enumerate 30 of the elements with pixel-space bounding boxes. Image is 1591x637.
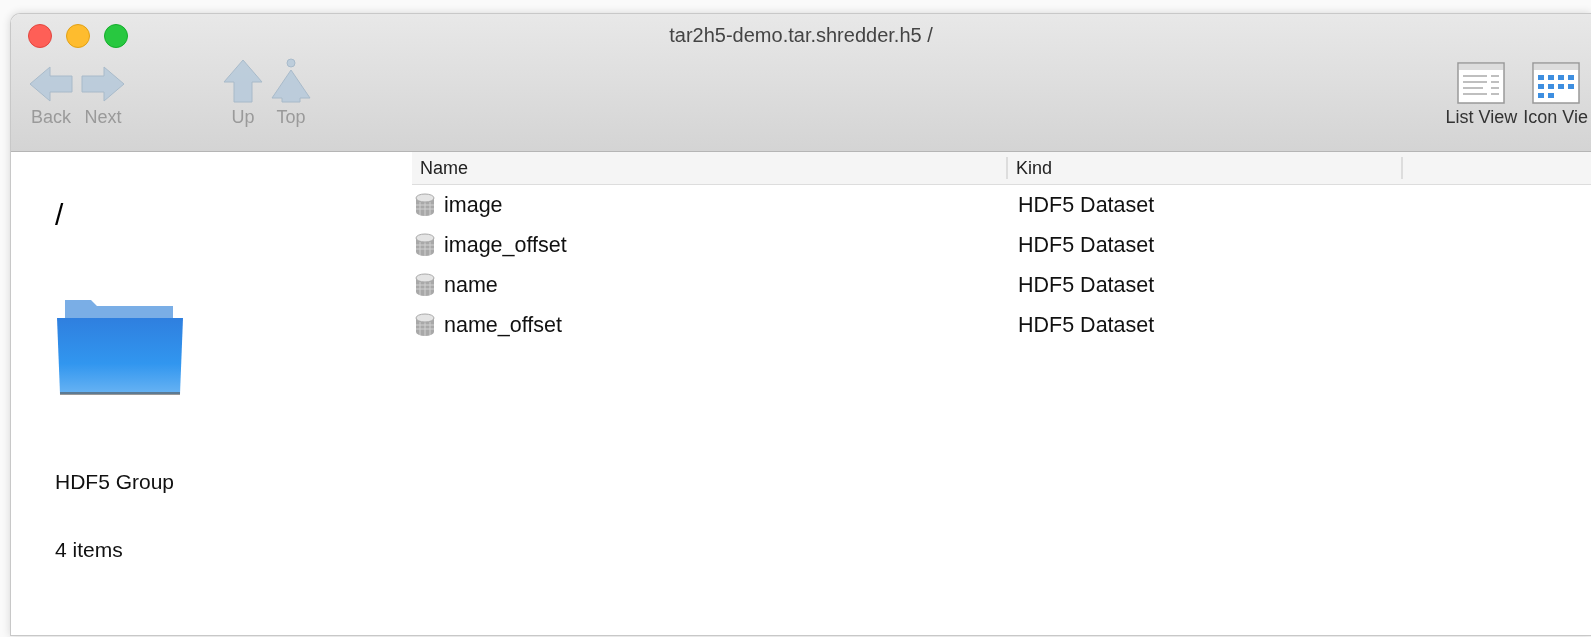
group-path: / [55,198,64,232]
dataset-kind: HDF5 Dataset [1017,312,1156,338]
window-title: tar2h5-demo.tar.shredder.h5 / [669,24,933,47]
group-kind: HDF5 Group [55,470,175,494]
item-count: 4 items [55,538,123,562]
dataset-icon [414,273,436,297]
next-arrow-icon [80,64,126,104]
icon-view-icon [1531,62,1580,104]
list-view-button[interactable]: List View [1442,58,1521,128]
dataset-icon [414,193,436,217]
dataset-kind: HDF5 Dataset [1017,272,1156,298]
close-button[interactable] [28,24,52,48]
top-arrow-icon [270,58,312,104]
dataset-kind: HDF5 Dataset [1017,192,1156,218]
dataset-icon [414,313,436,337]
dataset-name: image_offset [444,232,567,258]
column-header[interactable]: Name [412,157,1008,179]
minimize-button[interactable] [66,24,90,48]
list-view-icon [1457,62,1506,104]
dataset-icon [414,233,436,257]
folder-icon [55,298,185,398]
icon-view-button[interactable]: Icon Vie [1520,58,1591,128]
up-arrow-icon [222,58,264,104]
dataset-name: name [444,272,498,298]
zoom-button[interactable] [104,24,128,48]
dataset-name: name_offset [444,312,562,338]
column-header[interactable]: Kind [1008,157,1403,179]
dataset-kind: HDF5 Dataset [1017,232,1156,258]
back-arrow-icon [28,64,74,104]
dataset-name: image [444,192,503,218]
